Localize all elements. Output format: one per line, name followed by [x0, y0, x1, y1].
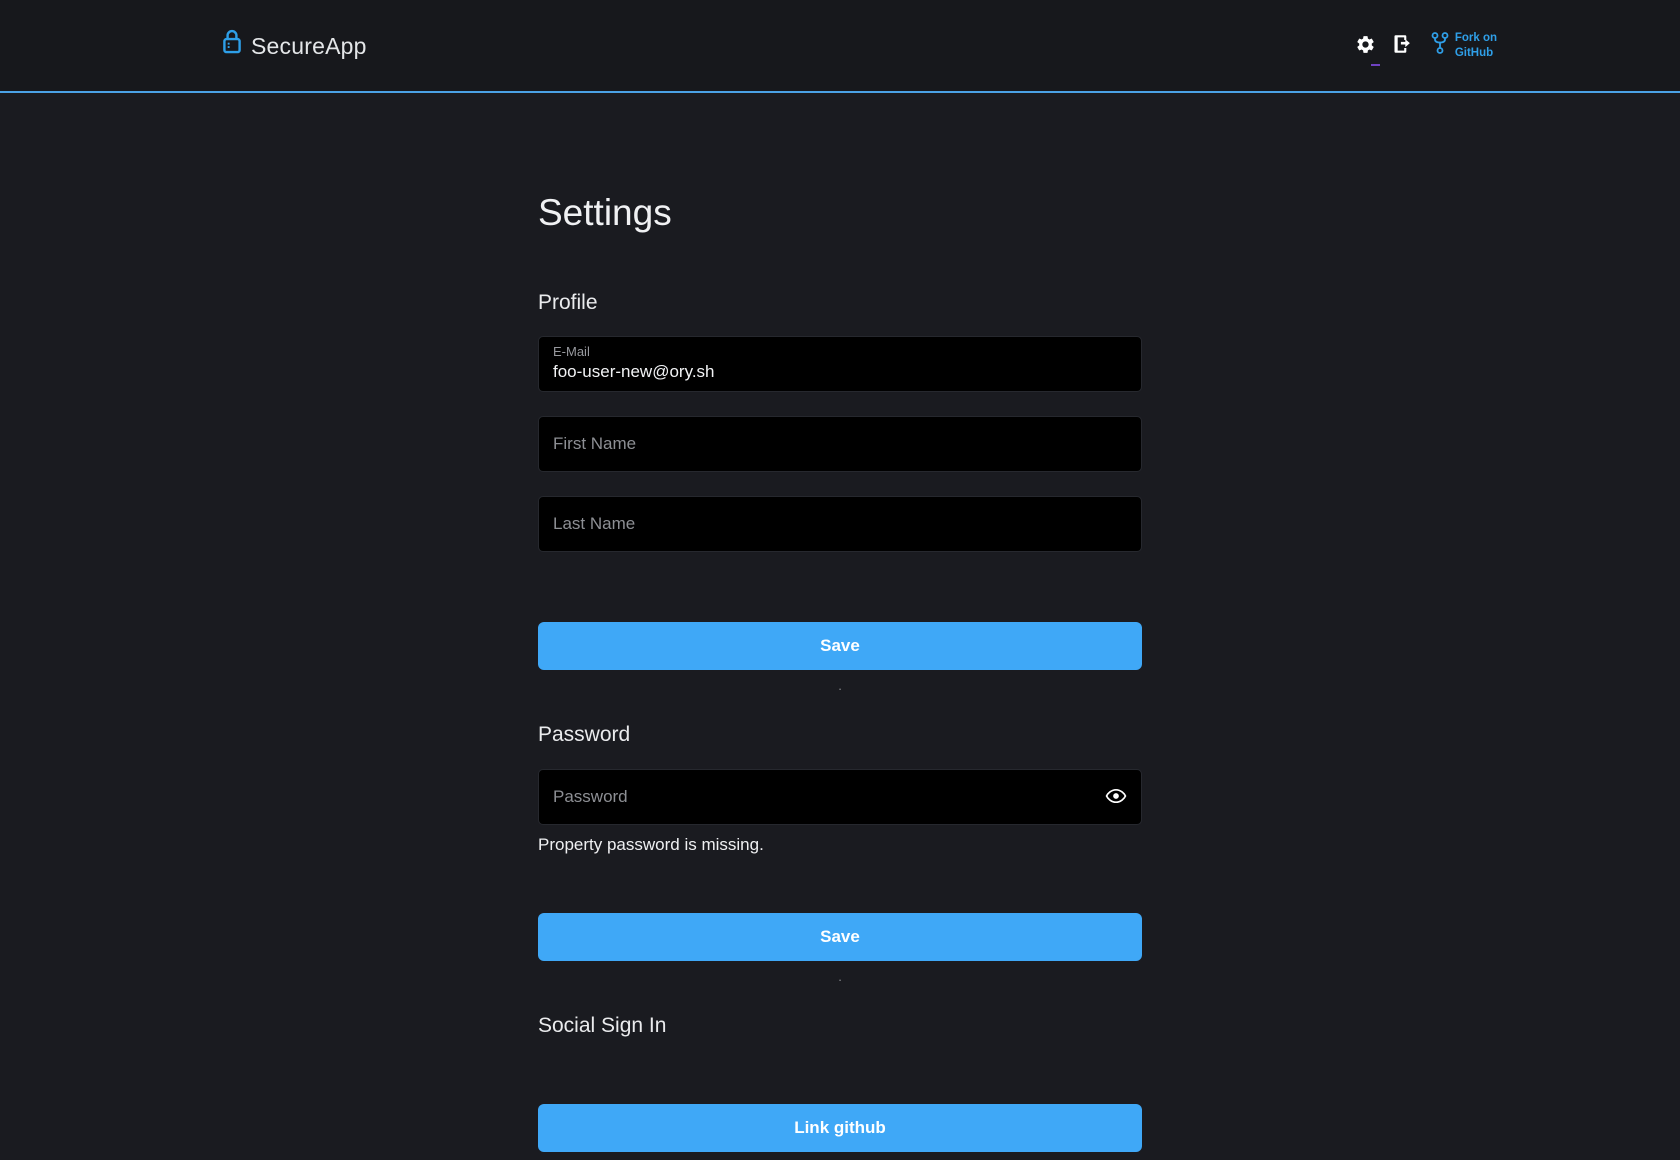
settings-page: Settings Profile E-Mail Save . Password … — [538, 190, 1142, 1152]
fork-link-label: Fork on GitHub — [1455, 31, 1497, 59]
fork-link-line1: Fork on — [1455, 32, 1497, 44]
fork-link-line2: GitHub — [1455, 47, 1493, 59]
email-field-group: E-Mail — [538, 336, 1142, 392]
lock-icon — [222, 31, 242, 60]
link-github-button[interactable]: Link github — [538, 1104, 1142, 1152]
profile-heading: Profile — [538, 290, 1142, 316]
password-visibility-toggle[interactable] — [1103, 784, 1129, 810]
eye-icon — [1105, 785, 1127, 810]
page-title: Settings — [538, 190, 1142, 236]
first-name-field-group — [538, 416, 1142, 472]
logout-icon — [1391, 33, 1413, 58]
email-input[interactable] — [553, 360, 1127, 382]
password-field-group — [538, 769, 1142, 825]
social-sign-in-heading: Social Sign In — [538, 1013, 1142, 1039]
first-name-input[interactable] — [538, 416, 1142, 472]
active-link-underline — [1371, 64, 1380, 66]
password-save-button[interactable]: Save — [538, 913, 1142, 961]
logout-button[interactable] — [1391, 35, 1413, 57]
password-error-message: Property password is missing. — [538, 835, 1142, 855]
navbar-actions: Fork on GitHub — [1355, 31, 1497, 60]
settings-button[interactable] — [1355, 35, 1377, 57]
email-label: E-Mail — [553, 344, 1127, 360]
navbar: SecureApp — [0, 0, 1680, 93]
password-divider-dot: . — [538, 969, 1142, 985]
fork-on-github-link[interactable]: Fork on GitHub — [1431, 31, 1497, 60]
fork-icon — [1431, 31, 1449, 60]
last-name-input[interactable] — [538, 496, 1142, 552]
last-name-field-group — [538, 496, 1142, 552]
gear-icon — [1355, 34, 1376, 58]
profile-divider-dot: . — [538, 678, 1142, 694]
password-input[interactable] — [538, 769, 1142, 825]
brand[interactable]: SecureApp — [222, 31, 367, 61]
brand-label: SecureApp — [251, 31, 367, 61]
password-heading: Password — [538, 722, 1142, 748]
profile-save-button[interactable]: Save — [538, 622, 1142, 670]
